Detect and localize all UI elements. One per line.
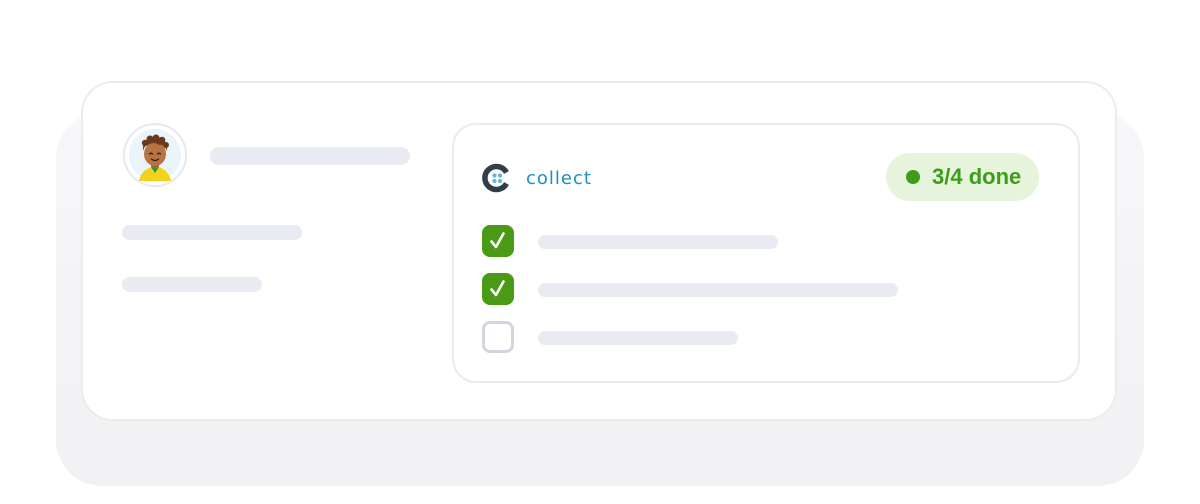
checklist-panel: collect 3/4 done xyxy=(452,123,1080,383)
user-detail-placeholder xyxy=(122,225,302,240)
checklist-checkbox-1[interactable] xyxy=(482,225,514,257)
checkmark-icon xyxy=(490,232,505,249)
checklist-checkbox-3[interactable] xyxy=(482,321,514,353)
brand-name: collect xyxy=(526,167,592,189)
stage: collect 3/4 done xyxy=(0,0,1200,504)
checklist-checkbox-2[interactable] xyxy=(482,273,514,305)
checklist-item-1-placeholder xyxy=(538,235,778,249)
checkmark-icon xyxy=(490,280,505,297)
progress-label: 3/4 done xyxy=(932,164,1022,189)
user-avatar[interactable] xyxy=(123,123,187,187)
status-dot-icon xyxy=(906,170,920,184)
profile-card: collect 3/4 done xyxy=(81,81,1117,421)
user-name-placeholder xyxy=(210,147,410,165)
checklist-item-3-placeholder xyxy=(538,331,738,345)
collect-logo-icon xyxy=(482,163,509,193)
checklist-item-2-placeholder xyxy=(538,283,898,297)
user-avatar-icon xyxy=(129,129,181,181)
brand: collect xyxy=(482,163,592,193)
progress-badge: 3/4 done xyxy=(886,153,1040,201)
user-detail-placeholder-secondary xyxy=(122,277,262,292)
